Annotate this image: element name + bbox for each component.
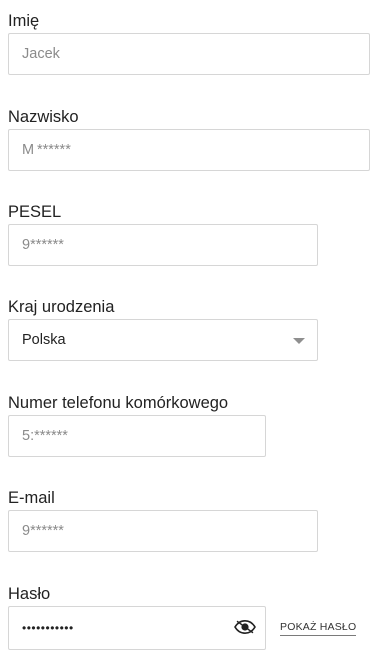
last-name-label: Nazwisko (8, 108, 79, 126)
eye-icon[interactable] (234, 620, 256, 634)
birth-country-select[interactable]: Polska (8, 319, 318, 361)
first-name-value: Jacek (22, 46, 60, 62)
first-name-label: Imię (8, 12, 40, 30)
pesel-label: PESEL (8, 203, 62, 221)
email-value: 9****** (22, 523, 64, 539)
email-input[interactable]: 9****** (8, 510, 318, 552)
birth-country-value: Polska (22, 332, 66, 348)
first-name-input[interactable]: Jacek (8, 33, 370, 75)
last-name-input[interactable]: M ****** (8, 129, 370, 171)
birth-country-label: Kraj urodzenia (8, 298, 115, 316)
chevron-down-icon (293, 338, 305, 344)
show-password-link[interactable]: POKAŻ HASŁO (280, 621, 357, 636)
pesel-value: 9****** (22, 237, 64, 253)
mobile-phone-value: 5:****** (22, 428, 68, 444)
mobile-phone-input[interactable]: 5:****** (8, 415, 266, 457)
email-label: E-mail (8, 489, 55, 507)
password-label: Hasło (8, 585, 51, 603)
last-name-value: M ****** (22, 142, 71, 158)
password-input[interactable]: ••••••••••• (8, 606, 266, 650)
password-value: ••••••••••• (22, 621, 74, 635)
mobile-phone-label: Numer telefonu komórkowego (8, 394, 229, 412)
pesel-input[interactable]: 9****** (8, 224, 318, 266)
